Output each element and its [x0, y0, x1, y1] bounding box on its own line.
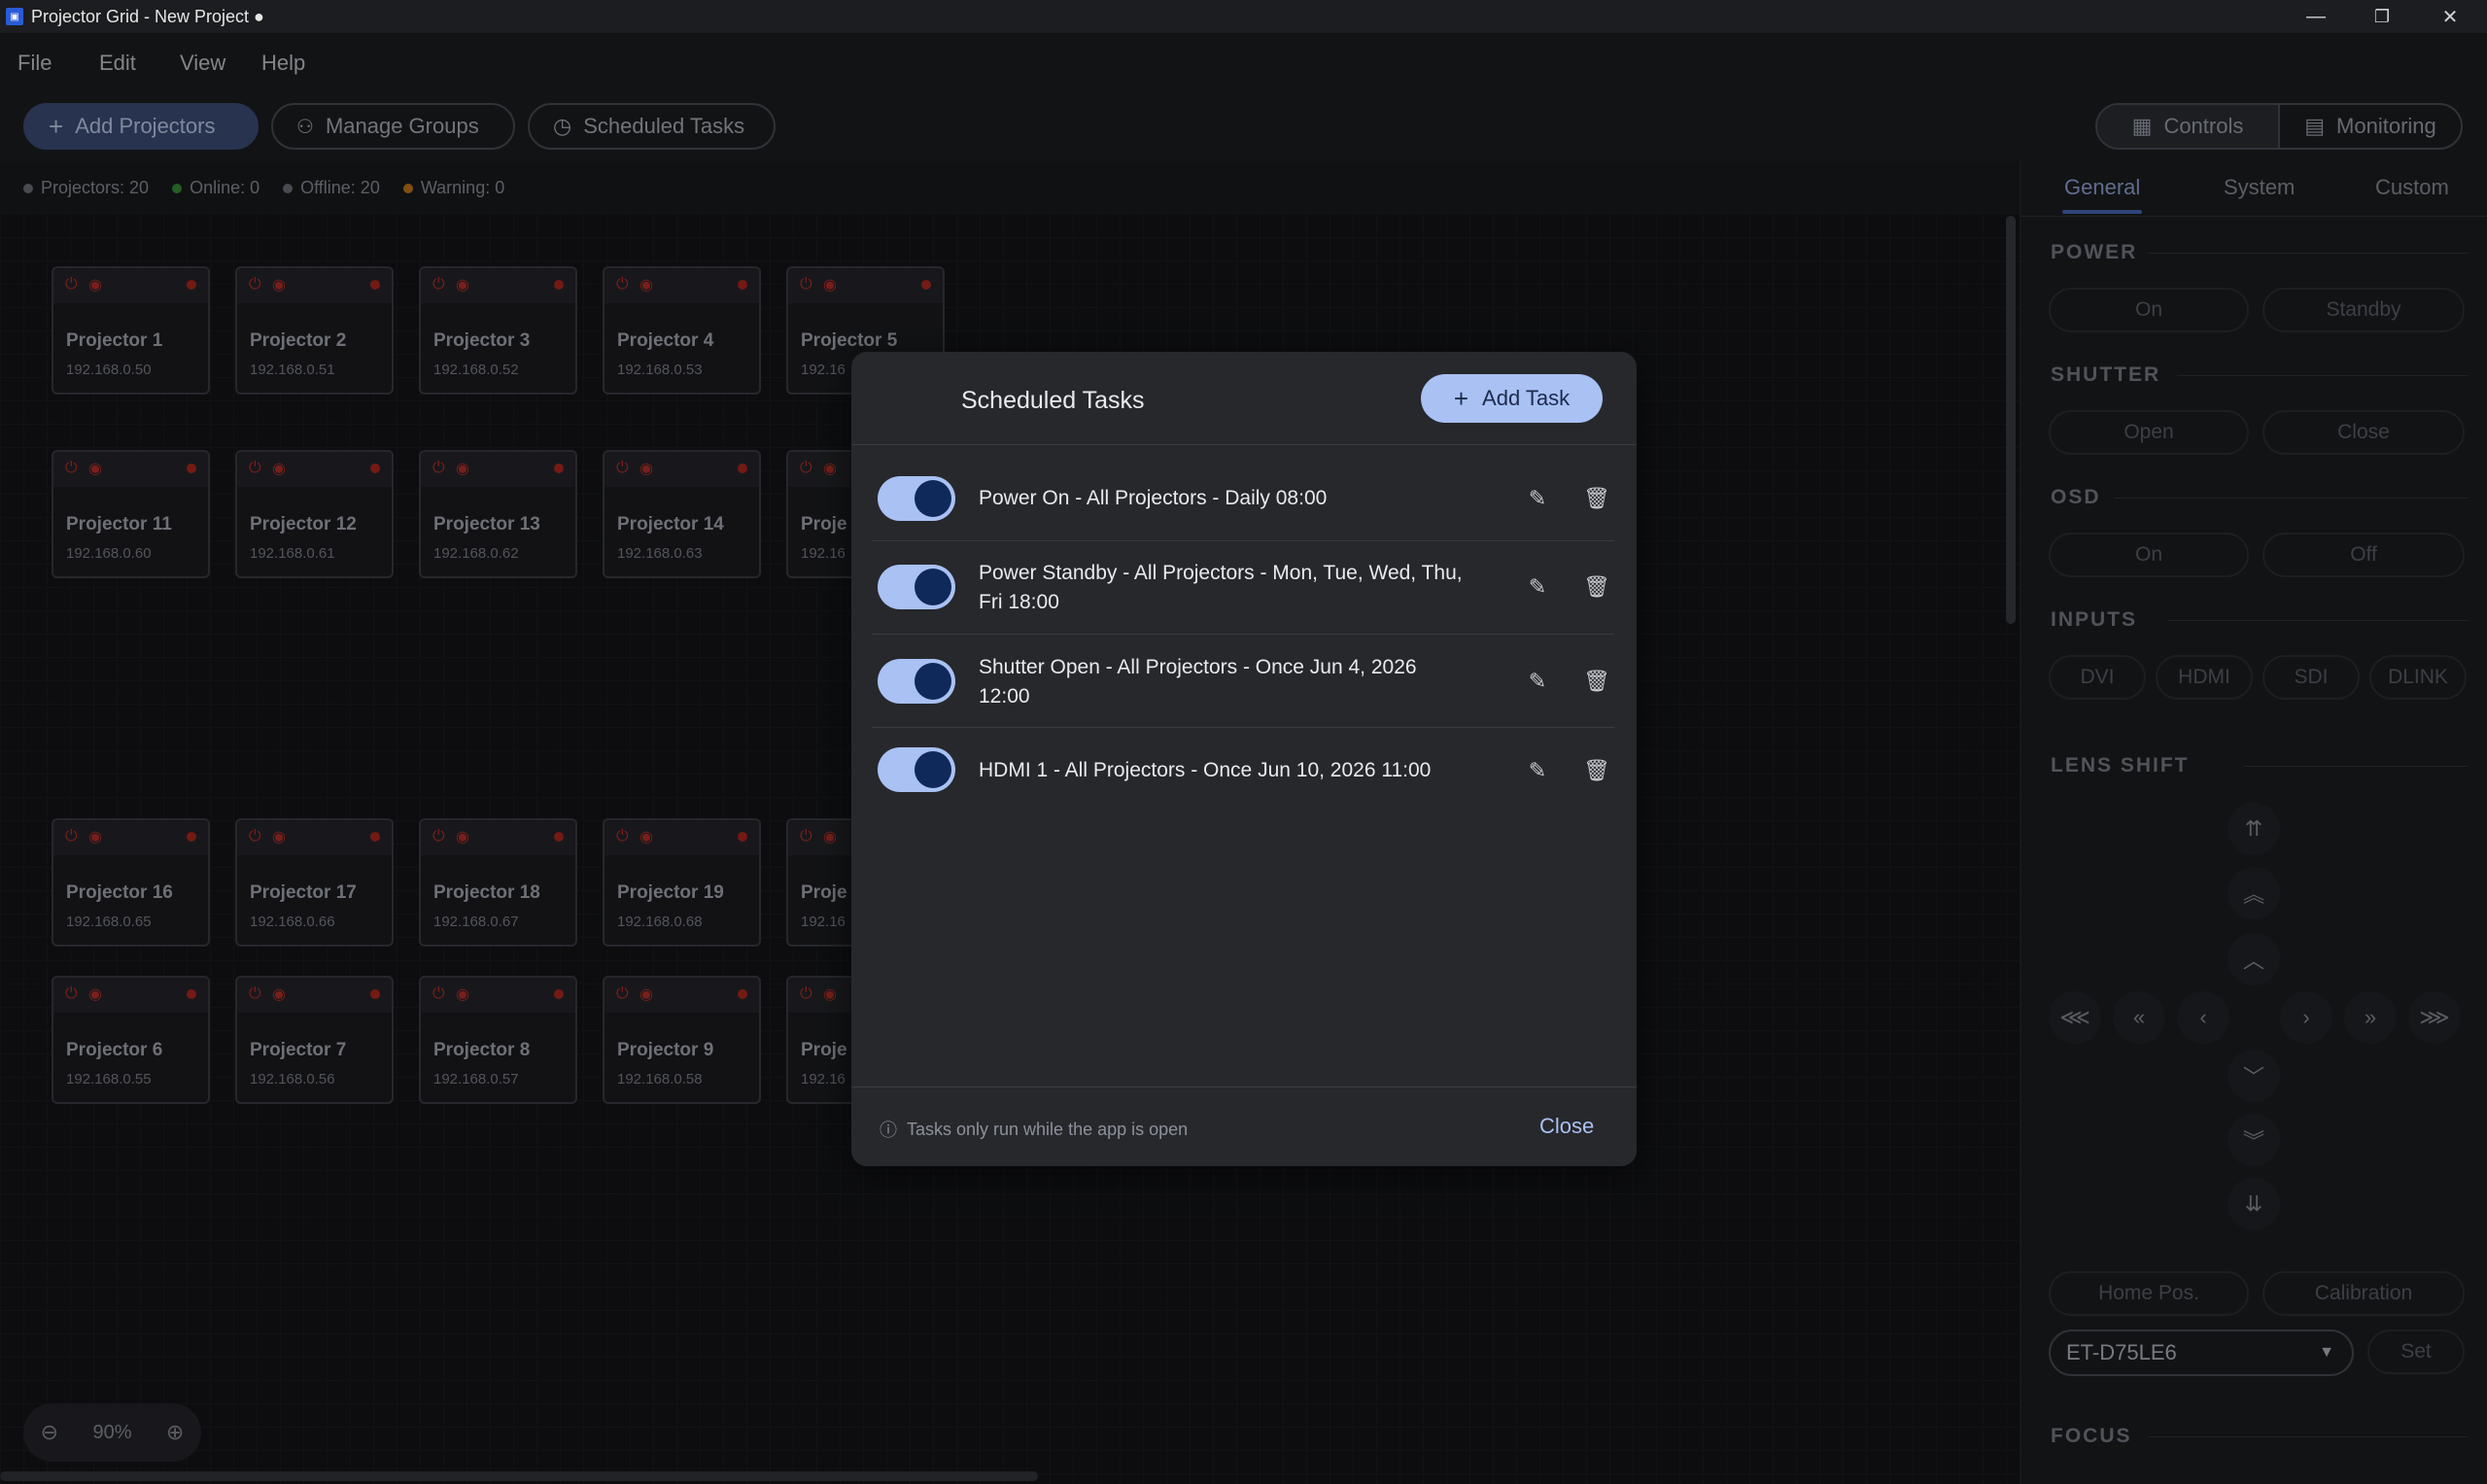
- restore-icon[interactable]: ❐: [2350, 0, 2414, 33]
- minimize-icon[interactable]: —: [2284, 0, 2348, 33]
- task-toggle[interactable]: [878, 659, 955, 704]
- task-description: Shutter Open - All Projectors - Once Jun…: [979, 656, 1417, 707]
- task-description: Power Standby - All Projectors - Mon, Tu…: [979, 562, 1463, 613]
- info-icon: ⓘ: [880, 1121, 897, 1140]
- toggle-knob: [915, 480, 951, 517]
- edit-icon[interactable]: ✎: [1523, 484, 1552, 513]
- task-divider: [872, 540, 1614, 541]
- toggle-knob: [915, 751, 951, 788]
- dialog-title: Scheduled Tasks: [961, 387, 1145, 414]
- add-task-button[interactable]: + Add Task: [1421, 374, 1603, 423]
- app-icon: ▣: [6, 8, 23, 25]
- task-divider: [872, 634, 1614, 635]
- delete-icon[interactable]: 🗑: [1582, 756, 1611, 785]
- toggle-knob: [915, 569, 951, 605]
- task-description: HDMI 1 - All Projectors - Once Jun 10, 2…: [979, 759, 1432, 781]
- edit-icon[interactable]: ✎: [1523, 756, 1552, 785]
- plus-icon: +: [1453, 383, 1469, 413]
- delete-icon[interactable]: 🗑: [1582, 667, 1611, 696]
- dialog-footnote: ⓘ Tasks only run while the app is open: [880, 1117, 1188, 1142]
- edit-icon[interactable]: ✎: [1523, 572, 1552, 602]
- close-window-icon[interactable]: ✕: [2418, 0, 2482, 33]
- dialog-close-button[interactable]: Close: [1539, 1114, 1594, 1139]
- task-toggle[interactable]: [878, 476, 955, 521]
- title-bar: ▣ Projector Grid - New Project ● — ❐ ✕: [0, 0, 2487, 33]
- task-toggle[interactable]: [878, 747, 955, 792]
- toggle-knob: [915, 663, 951, 700]
- window-title: Projector Grid - New Project ●: [31, 6, 264, 26]
- delete-icon[interactable]: 🗑: [1582, 572, 1611, 602]
- task-toggle[interactable]: [878, 565, 955, 609]
- edit-icon[interactable]: ✎: [1523, 667, 1552, 696]
- dialog-header-divider: [851, 444, 1637, 445]
- task-description: Power On - All Projectors - Daily 08:00: [979, 487, 1328, 509]
- task-divider: [872, 727, 1614, 728]
- delete-icon[interactable]: 🗑: [1582, 484, 1611, 513]
